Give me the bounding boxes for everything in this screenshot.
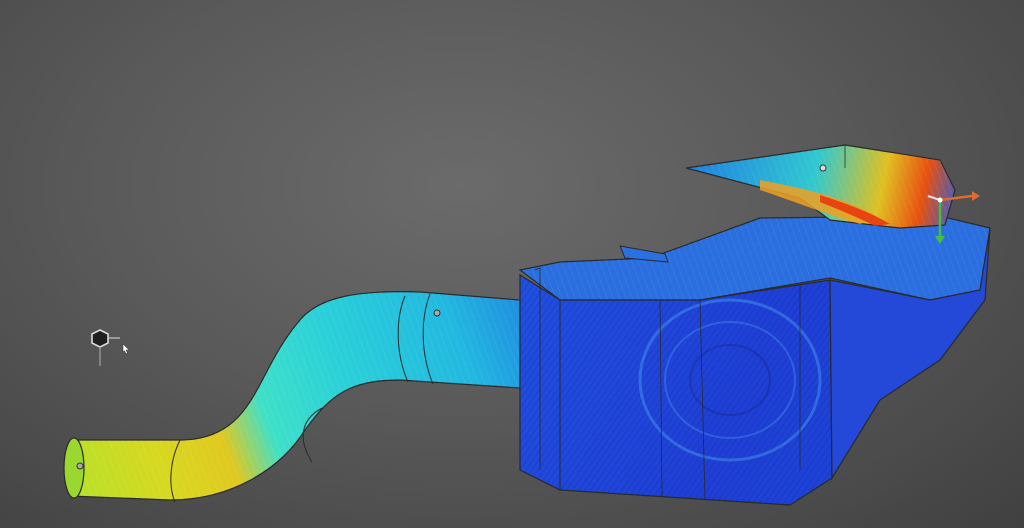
triad-x-arrow <box>972 191 980 201</box>
outlet-duct-streaks <box>686 145 955 228</box>
probe-point-icon[interactable] <box>433 309 441 317</box>
gizmo-hexagon <box>91 329 109 348</box>
cursor-icon <box>122 343 130 355</box>
outlet-duct <box>685 144 956 229</box>
plenum-box <box>518 215 991 506</box>
triad-origin <box>937 197 943 203</box>
3d-viewport[interactable] <box>0 0 1024 528</box>
inlet-pipe-streaks <box>70 291 520 500</box>
probe-point-icon[interactable] <box>819 164 827 172</box>
plenum-streaks <box>520 275 832 505</box>
probe-point-icon[interactable] <box>76 462 84 470</box>
hexagon-axis-icon[interactable] <box>86 324 134 372</box>
plenum-top-streaks <box>520 216 990 300</box>
flow-simulation-scene[interactable] <box>0 0 1024 528</box>
